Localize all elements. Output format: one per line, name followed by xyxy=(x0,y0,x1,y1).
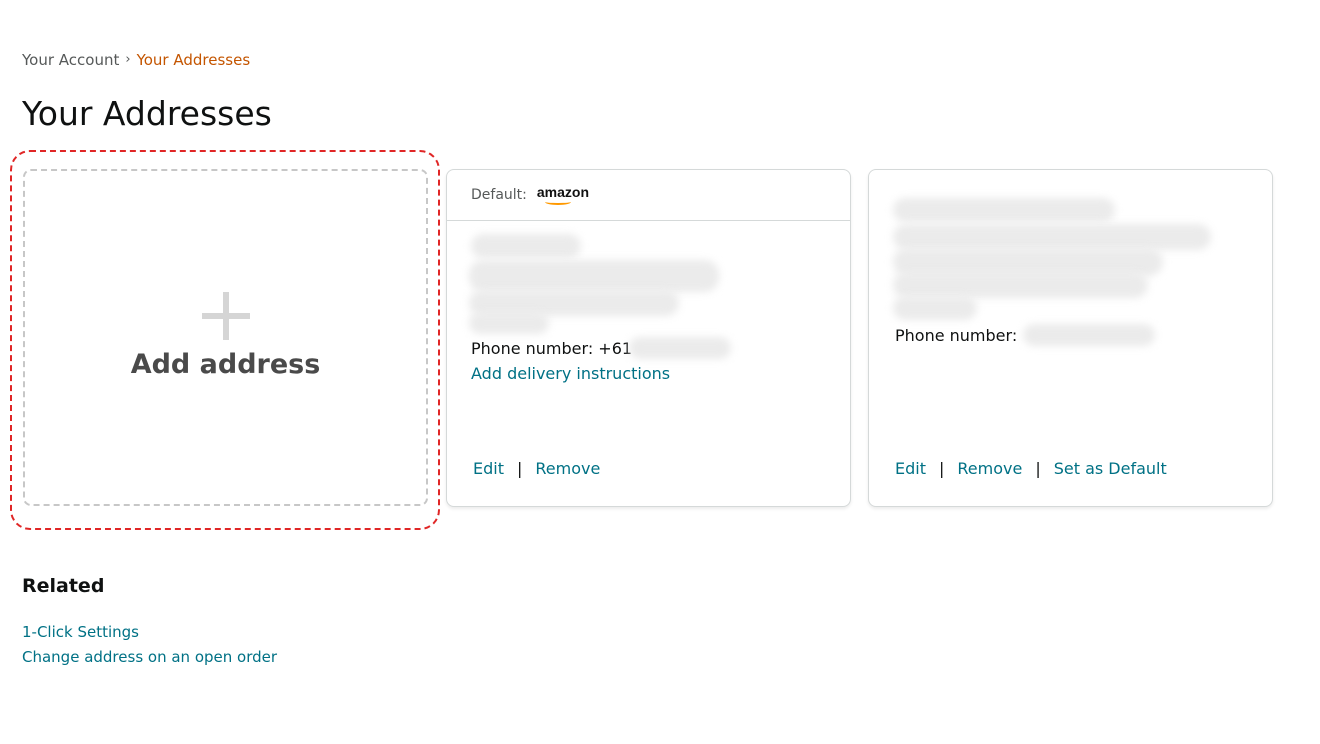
related-heading: Related xyxy=(22,575,105,597)
add-delivery-instructions-link[interactable]: Add delivery instructions xyxy=(471,364,670,384)
redacted-address-line xyxy=(469,260,719,292)
address-card: Phone number: Edit | Remove | Set as Def… xyxy=(868,169,1273,507)
redacted-address-line xyxy=(893,272,1148,298)
redacted-address-line xyxy=(469,312,549,334)
phone-label: Phone number: xyxy=(895,326,1018,345)
breadcrumb: Your Account › Your Addresses xyxy=(22,50,250,70)
redacted-address-line xyxy=(893,296,977,320)
edit-link[interactable]: Edit xyxy=(895,459,926,479)
card-actions: Edit | Remove | Set as Default xyxy=(895,459,1167,479)
change-address-open-order-link[interactable]: Change address on an open order xyxy=(22,645,277,670)
redacted-address-line xyxy=(893,224,1211,250)
default-label: Default: xyxy=(471,187,527,203)
addresses-page: Your Account › Your Addresses Your Addre… xyxy=(0,0,1320,744)
amazon-smile-icon xyxy=(544,199,571,205)
action-separator: | xyxy=(516,459,523,478)
redacted-phone xyxy=(629,337,731,359)
plus-icon xyxy=(201,291,250,340)
redacted-name xyxy=(893,198,1115,222)
related-links: 1-Click Settings Change address on an op… xyxy=(22,620,277,670)
phone-number: Phone number: +61 xyxy=(471,339,632,359)
set-as-default-link[interactable]: Set as Default xyxy=(1054,459,1167,479)
edit-link[interactable]: Edit xyxy=(473,459,504,479)
card-actions: Edit | Remove xyxy=(473,459,600,479)
action-separator: | xyxy=(938,459,945,478)
remove-link[interactable]: Remove xyxy=(957,459,1022,479)
address-card-default: Default: amazon Phone number: +61 Add de… xyxy=(446,169,851,507)
amazon-logo: amazon xyxy=(537,185,589,205)
phone-label: Phone number: +61 xyxy=(471,339,633,358)
amazon-logo-text: amazon xyxy=(536,184,589,200)
default-header: Default: amazon xyxy=(447,170,850,221)
one-click-settings-link[interactable]: 1-Click Settings xyxy=(22,620,277,645)
page-title: Your Addresses xyxy=(22,94,272,133)
action-separator: | xyxy=(1035,459,1041,478)
add-address-label: Add address xyxy=(130,348,321,380)
breadcrumb-separator: › xyxy=(125,52,131,67)
phone-number: Phone number: xyxy=(895,326,1017,346)
redacted-phone xyxy=(1023,324,1155,346)
breadcrumb-current: Your Addresses xyxy=(136,51,251,69)
add-address-card[interactable]: Add address xyxy=(23,169,428,506)
breadcrumb-your-account[interactable]: Your Account xyxy=(22,50,119,70)
remove-link[interactable]: Remove xyxy=(535,459,600,479)
redacted-name xyxy=(471,234,581,258)
